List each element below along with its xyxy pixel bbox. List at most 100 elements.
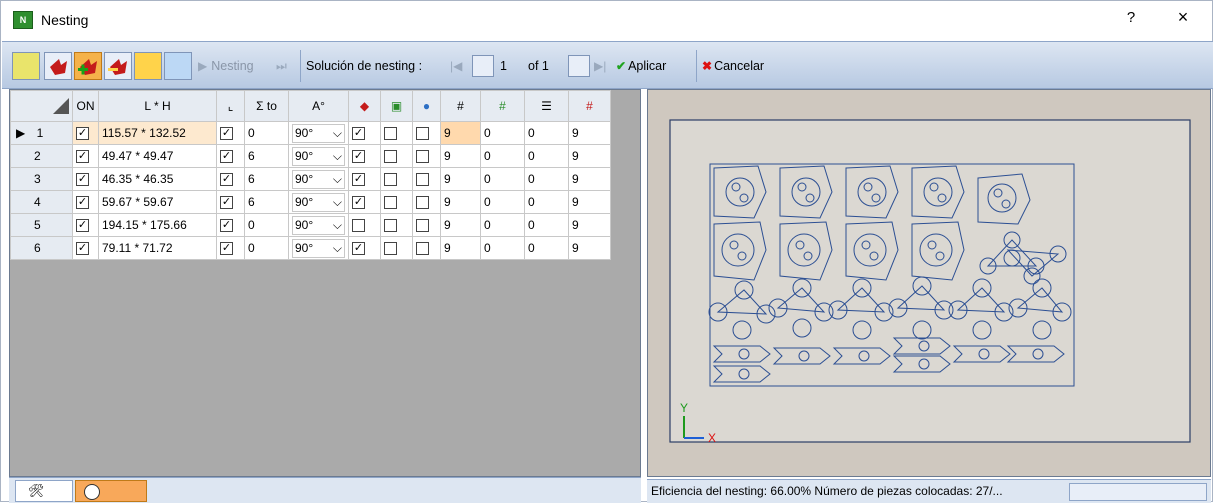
flip-cell[interactable] (380, 144, 413, 168)
flip-checkbox[interactable] (384, 150, 397, 164)
flip-checkbox[interactable] (384, 196, 397, 210)
table-row[interactable]: 6 ✓ 79.11 * 71.72 ✓ 0 90° ⌵ ✓ 9 0 0 9 (10, 236, 611, 260)
grain-checkbox[interactable]: ✓ (220, 127, 233, 141)
angle-cell[interactable]: 90° ⌵ (288, 213, 349, 237)
on-checkbox[interactable]: ✓ (76, 219, 89, 233)
on-cell[interactable]: ✓ (72, 213, 99, 237)
pair-cell[interactable] (412, 144, 441, 168)
angle-select[interactable]: 90° ⌵ (292, 146, 345, 166)
on-checkbox[interactable]: ✓ (76, 173, 89, 187)
grain-checkbox[interactable]: ✓ (220, 219, 233, 233)
mirror-checkbox[interactable]: ✓ (352, 150, 365, 164)
table-row[interactable]: 4 ✓ 59.67 * 59.67 ✓ 6 90° ⌵ ✓ 9 0 0 9 (10, 190, 611, 214)
row-number[interactable]: 3 (10, 167, 73, 191)
next-solution-button[interactable] (568, 50, 590, 82)
on-checkbox[interactable]: ✓ (76, 127, 89, 141)
qty-header[interactable]: # (440, 90, 481, 122)
sum-cell[interactable]: 0 (244, 121, 289, 145)
grain-cell[interactable]: ✓ (216, 144, 245, 168)
parts-tool-button[interactable] (164, 50, 192, 82)
qty-cell[interactable]: 9 (440, 236, 481, 260)
grain-checkbox[interactable]: ✓ (220, 173, 233, 187)
on-cell[interactable]: ✓ (72, 190, 99, 214)
qty-cell[interactable]: 9 (440, 190, 481, 214)
tools-tab[interactable]: 🛠 (15, 480, 73, 502)
list-cell[interactable]: 0 (524, 121, 569, 145)
flip-checkbox[interactable] (384, 242, 397, 256)
grain-cell[interactable]: ✓ (216, 167, 245, 191)
list-cell[interactable]: 0 (524, 213, 569, 237)
grain-checkbox[interactable]: ✓ (220, 150, 233, 164)
angle-header[interactable]: A° (288, 90, 349, 122)
extra-cell[interactable]: 0 (480, 190, 525, 214)
flip-cell[interactable] (380, 190, 413, 214)
on-cell[interactable]: ✓ (72, 236, 99, 260)
first-solution-button[interactable]: |◀ (450, 50, 462, 82)
angle-select[interactable]: 90° ⌵ (292, 169, 345, 189)
total-header[interactable]: # (568, 90, 611, 122)
grain-cell[interactable]: ✓ (216, 236, 245, 260)
angle-select[interactable]: 90° ⌵ (292, 123, 345, 143)
grain-checkbox[interactable]: ✓ (220, 196, 233, 210)
row-number[interactable]: ▶ 1 (10, 121, 73, 145)
angle-cell[interactable]: 90° ⌵ (288, 190, 349, 214)
grain-cell[interactable]: ✓ (216, 213, 245, 237)
mirror-header[interactable]: ◆ (348, 90, 381, 122)
mirror-cell[interactable] (348, 213, 381, 237)
mirror-cell[interactable]: ✓ (348, 236, 381, 260)
prev-solution-button[interactable] (472, 50, 494, 82)
import-tool-button[interactable] (134, 50, 162, 82)
help-button[interactable]: ? (1121, 9, 1141, 26)
pair-cell[interactable] (412, 213, 441, 237)
nesting-skip-button[interactable]: ⏭ (276, 50, 287, 82)
mirror-checkbox[interactable] (352, 219, 365, 233)
on-cell[interactable]: ✓ (72, 167, 99, 191)
extra-cell[interactable]: 0 (480, 236, 525, 260)
last-solution-button[interactable]: ▶| (594, 50, 606, 82)
extra-cell[interactable]: 0 (480, 144, 525, 168)
qty-cell[interactable]: 9 (440, 144, 481, 168)
table-row[interactable]: 3 ✓ 46.35 * 46.35 ✓ 6 90° ⌵ ✓ 9 0 0 9 (10, 167, 611, 191)
table-row[interactable]: ▶ 1 ✓ 115.57 * 132.52 ✓ 0 90° ⌵ ✓ 9 0 0 9 (10, 121, 611, 145)
on-cell[interactable]: ✓ (72, 121, 99, 145)
mirror-checkbox[interactable]: ✓ (352, 196, 365, 210)
qty-cell[interactable]: 9 (440, 213, 481, 237)
flip-cell[interactable] (380, 236, 413, 260)
grain-header[interactable]: ⌞ (216, 90, 245, 122)
qty-cell[interactable]: 9 (440, 121, 481, 145)
table-row[interactable]: 2 ✓ 49.47 * 49.47 ✓ 6 90° ⌵ ✓ 9 0 0 9 (10, 144, 611, 168)
row-number[interactable]: 5 (10, 213, 73, 237)
row-number[interactable]: 4 (10, 190, 73, 214)
sum-cell[interactable]: 6 (244, 144, 289, 168)
flip-checkbox[interactable] (384, 173, 397, 187)
apply-button[interactable]: ✔ Aplicar (616, 50, 666, 82)
table-row[interactable]: 5 ✓ 194.15 * 175.66 ✓ 0 90° ⌵ 9 0 0 9 (10, 213, 611, 237)
grain-cell[interactable]: ✓ (216, 190, 245, 214)
part-remove-button[interactable] (104, 50, 132, 82)
list-cell[interactable]: 0 (524, 144, 569, 168)
pair-checkbox[interactable] (416, 127, 429, 141)
angle-cell[interactable]: 90° ⌵ (288, 167, 349, 191)
cancel-button[interactable]: ✖ Cancelar (702, 50, 764, 82)
extra-header[interactable]: # (480, 90, 525, 122)
row-number[interactable]: 6 (10, 236, 73, 260)
mirror-cell[interactable]: ✓ (348, 190, 381, 214)
pair-cell[interactable] (412, 167, 441, 191)
list-cell[interactable]: 0 (524, 236, 569, 260)
parts-tab[interactable] (75, 480, 147, 502)
mirror-cell[interactable]: ✓ (348, 144, 381, 168)
angle-select[interactable]: 90° ⌵ (292, 192, 345, 212)
grain-checkbox[interactable]: ✓ (220, 242, 233, 256)
pair-checkbox[interactable] (416, 242, 429, 256)
dimension-header[interactable]: L * H (98, 90, 217, 122)
grain-cell[interactable]: ✓ (216, 121, 245, 145)
mirror-checkbox[interactable]: ✓ (352, 127, 365, 141)
part-add-button[interactable] (74, 50, 102, 82)
angle-cell[interactable]: 90° ⌵ (288, 144, 349, 168)
on-cell[interactable]: ✓ (72, 144, 99, 168)
on-checkbox[interactable]: ✓ (76, 196, 89, 210)
pair-checkbox[interactable] (416, 196, 429, 210)
flip-cell[interactable] (380, 213, 413, 237)
on-checkbox[interactable]: ✓ (76, 150, 89, 164)
flip-checkbox[interactable] (384, 127, 397, 141)
